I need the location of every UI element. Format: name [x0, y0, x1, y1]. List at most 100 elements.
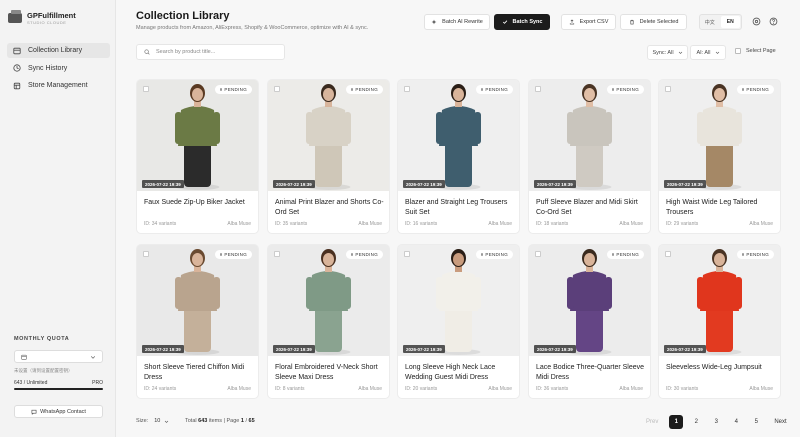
product-date: 2026-07-22 19:39: [534, 180, 576, 188]
product-select-checkbox[interactable]: [143, 86, 149, 92]
product-select-checkbox[interactable]: [274, 86, 280, 92]
gear-icon: [752, 17, 761, 26]
product-image[interactable]: [659, 245, 780, 356]
pagination: Prev 1 2 3 4 5 Next: [641, 415, 792, 429]
product-photo-shape: [192, 88, 203, 101]
product-photo-shape: [439, 106, 478, 146]
product-variants: ID: 34 variants: [144, 221, 177, 227]
page-button-4[interactable]: 4: [729, 415, 743, 429]
product-image[interactable]: [137, 80, 258, 191]
settings-button[interactable]: [751, 16, 762, 27]
product-image[interactable]: [268, 245, 389, 356]
product-photo-shape: [175, 112, 182, 144]
whatsapp-contact-button[interactable]: WhatsApp Contact: [14, 405, 103, 418]
product-card[interactable]: PENDING 2026-07-22 19:39 Blazer and Straig…: [397, 79, 520, 234]
product-image[interactable]: [137, 245, 258, 356]
sidebar-item-sync-history[interactable]: Sync History: [7, 61, 110, 76]
delete-selected-button[interactable]: Delete Selected: [620, 14, 687, 30]
product-photo-shape: [344, 277, 351, 309]
product-title[interactable]: Short Sleeve Tiered Chiffon Midi Dress: [144, 363, 254, 382]
quota-used: 643 / Unlimited: [14, 380, 48, 386]
page-size-select[interactable]: 10: [154, 418, 169, 424]
product-image[interactable]: [398, 245, 519, 356]
select-page-checkbox[interactable]: [735, 48, 741, 54]
brand[interactable]: GPFulfillment STUDIO CLOUDE: [8, 10, 76, 25]
batch-ai-rewrite-label: Batch AI Rewrite: [442, 19, 483, 25]
product-card[interactable]: PENDING 2026-07-22 19:39 Floral Embroidere…: [267, 244, 390, 399]
clock-icon: [13, 64, 21, 72]
page-button-1[interactable]: 1: [669, 415, 684, 429]
product-card[interactable]: PENDING 2026-07-22 19:39 Sleeveless Wide-L…: [658, 244, 781, 399]
product-select-checkbox[interactable]: [665, 251, 671, 257]
product-title[interactable]: High Waist Wide Leg Tailored Trousers: [666, 198, 776, 217]
status-badge: PENDING: [736, 85, 774, 94]
product-select-checkbox[interactable]: [404, 251, 410, 257]
sync-filter-select[interactable]: Sync: All: [647, 45, 688, 60]
language-switcher: 中文 EN: [699, 14, 742, 30]
product-title[interactable]: Sleeveless Wide-Leg Jumpsuit: [666, 363, 776, 373]
product-title[interactable]: Blazer and Straight Leg Trousers Suit Se…: [405, 198, 515, 217]
whatsapp-label: WhatsApp Contact: [40, 408, 86, 415]
page-button-3[interactable]: 3: [709, 415, 723, 429]
status-badge: PENDING: [214, 85, 252, 94]
product-select-checkbox[interactable]: [665, 86, 671, 92]
product-photo-shape: [309, 271, 348, 311]
product-date: 2026-07-22 19:39: [273, 345, 315, 353]
product-title[interactable]: Lace Bodice Three-Quarter Sleeve Midi Dr…: [536, 363, 646, 382]
lang-zh-button[interactable]: 中文: [700, 15, 720, 29]
quota-plan: PRO: [92, 380, 103, 386]
product-image[interactable]: [659, 80, 780, 191]
calendar-icon: [21, 354, 27, 360]
export-csv-label: Export CSV: [579, 19, 609, 25]
product-card[interactable]: PENDING 2026-07-22 19:39 Faux Suede Zip-Up…: [136, 79, 259, 234]
sidebar-item-collection-library[interactable]: Collection Library: [7, 43, 110, 58]
export-csv-button[interactable]: Export CSV: [561, 14, 616, 30]
product-title[interactable]: Puff Sleeve Blazer and Midi Skirt Co-Ord…: [536, 198, 646, 217]
total-prefix: Total: [185, 418, 197, 424]
product-select-checkbox[interactable]: [535, 86, 541, 92]
search-input[interactable]: [156, 49, 276, 55]
quota-usage: 643 / Unlimited PRO: [14, 380, 103, 386]
product-variants: ID: 18 variants: [536, 221, 569, 227]
ai-filter-select[interactable]: AI: All: [690, 45, 726, 60]
product-image[interactable]: [529, 80, 650, 191]
product-select-checkbox[interactable]: [274, 251, 280, 257]
quota-store-select[interactable]: [14, 350, 103, 363]
product-title[interactable]: Animal Print Blazer and Shorts Co-Ord Se…: [275, 198, 385, 217]
help-icon: [769, 17, 778, 26]
product-card[interactable]: PENDING 2026-07-22 19:39 Long Sleeve High …: [397, 244, 520, 399]
prev-page-button[interactable]: Prev: [641, 415, 663, 429]
product-image[interactable]: [529, 245, 650, 356]
product-date: 2026-07-22 19:39: [142, 345, 184, 353]
batch-ai-rewrite-button[interactable]: Batch AI Rewrite: [424, 14, 490, 30]
product-select-checkbox[interactable]: [535, 251, 541, 257]
product-card[interactable]: PENDING 2026-07-22 19:39 High Waist Wide L…: [658, 79, 781, 234]
product-meta: ID: 29 variants Alba Muse: [666, 221, 773, 227]
product-card[interactable]: PENDING 2026-07-22 19:39 Short Sleeve Tier…: [136, 244, 259, 399]
product-title[interactable]: Long Sleeve High Neck Lace Wedding Guest…: [405, 363, 515, 382]
product-title[interactable]: Floral Embroidered V-Neck Short Sleeve M…: [275, 363, 385, 382]
product-image[interactable]: [398, 80, 519, 191]
lang-en-button[interactable]: EN: [720, 16, 740, 28]
product-title[interactable]: Faux Suede Zip-Up Biker Jacket: [144, 198, 254, 208]
next-page-button[interactable]: Next: [769, 415, 791, 429]
sidebar-item-store-management[interactable]: Store Management: [7, 78, 110, 93]
product-photo-shape: [436, 112, 443, 144]
product-store: Alba Muse: [749, 221, 773, 227]
quota-title: MONTHLY QUOTA: [14, 336, 70, 342]
product-photo-shape: [700, 271, 739, 311]
page-button-5[interactable]: 5: [749, 415, 763, 429]
batch-sync-button[interactable]: Batch Sync: [494, 14, 550, 30]
product-card[interactable]: PENDING 2026-07-22 19:39 Puff Sleeve Blaze…: [528, 79, 651, 234]
help-button[interactable]: [768, 16, 779, 27]
product-select-checkbox[interactable]: [404, 86, 410, 92]
select-page-toggle[interactable]: Select Page: [735, 48, 776, 54]
product-select-checkbox[interactable]: [143, 251, 149, 257]
product-variants: ID: 29 variants: [666, 221, 699, 227]
page-button-2[interactable]: 2: [689, 415, 703, 429]
product-card[interactable]: PENDING 2026-07-22 19:39 Lace Bodice Three…: [528, 244, 651, 399]
product-image[interactable]: [268, 80, 389, 191]
product-card[interactable]: PENDING 2026-07-22 19:39 Animal Print Blaz…: [267, 79, 390, 234]
total-count: 643: [198, 418, 208, 424]
product-photo-shape: [439, 271, 478, 311]
